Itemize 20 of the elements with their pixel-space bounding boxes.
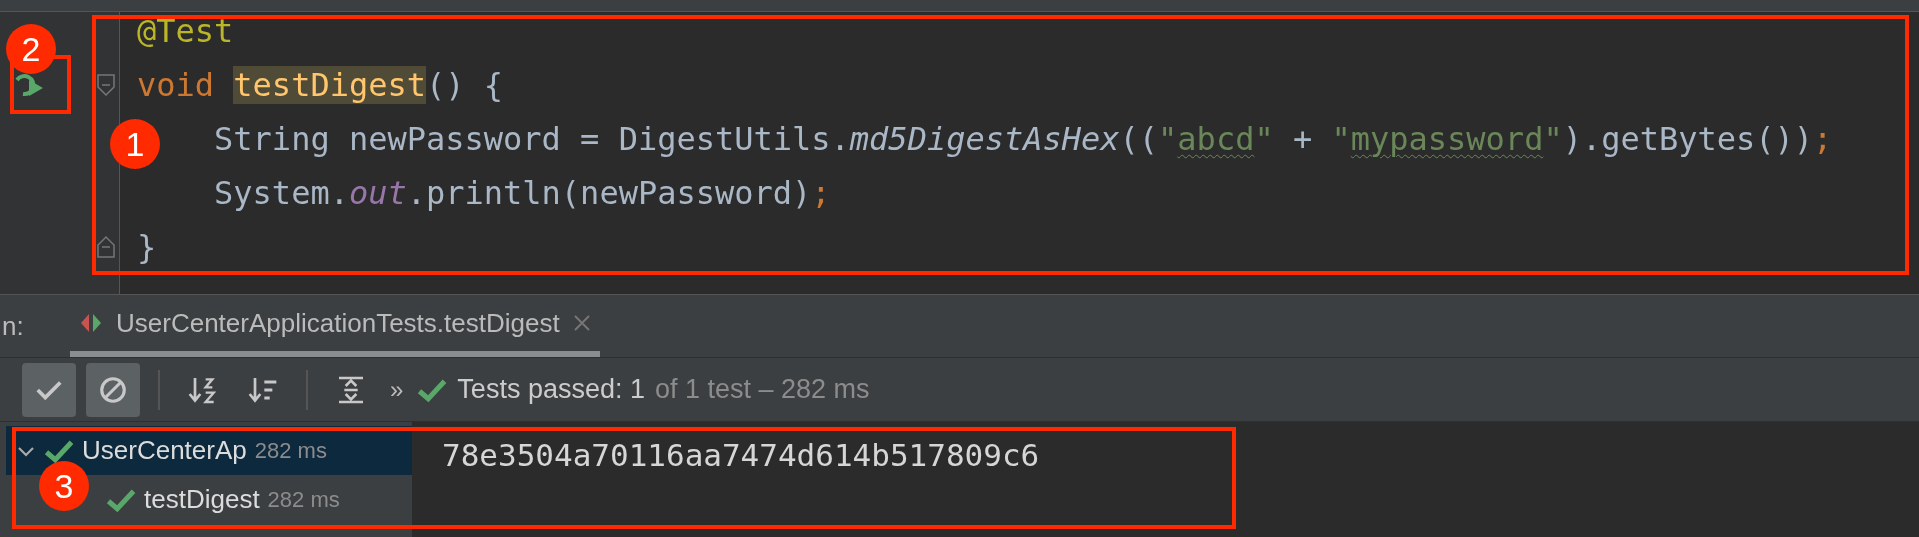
show-ignored-button[interactable] [86,362,140,417]
test-duration: 282 ms [267,486,340,514]
fold-marker-icon[interactable] [95,234,117,260]
console-output: 78e3504a70116aa7474d614b517809c6 [442,436,1041,475]
code-line: void testDigest() { [137,65,504,105]
status-detail: of 1 test – 282 ms [654,373,870,407]
status-text: Tests passed: 1 [457,373,645,407]
tab-title: UserCenterApplicationTests.testDigest [116,306,560,340]
code-line: String newPassword = DigestUtils.md5DigestAsHex(("abcd" + "mypassword").getBytes()); [213,119,1833,159]
code-line: @Test [137,12,234,51]
code-line: System.out.println(newPassword); [213,173,831,213]
stop-icon [98,374,128,405]
tree-item[interactable]: testDigest 282 ms [96,475,412,524]
code-line: } [137,227,157,267]
show-passed-button[interactable] [22,362,76,417]
test-duration: 282 ms [254,437,327,465]
fold-marker-icon[interactable] [95,72,117,98]
test-name: testDigest [144,483,260,516]
panel-label: n: [1,309,25,343]
more-button[interactable]: » [386,371,408,408]
